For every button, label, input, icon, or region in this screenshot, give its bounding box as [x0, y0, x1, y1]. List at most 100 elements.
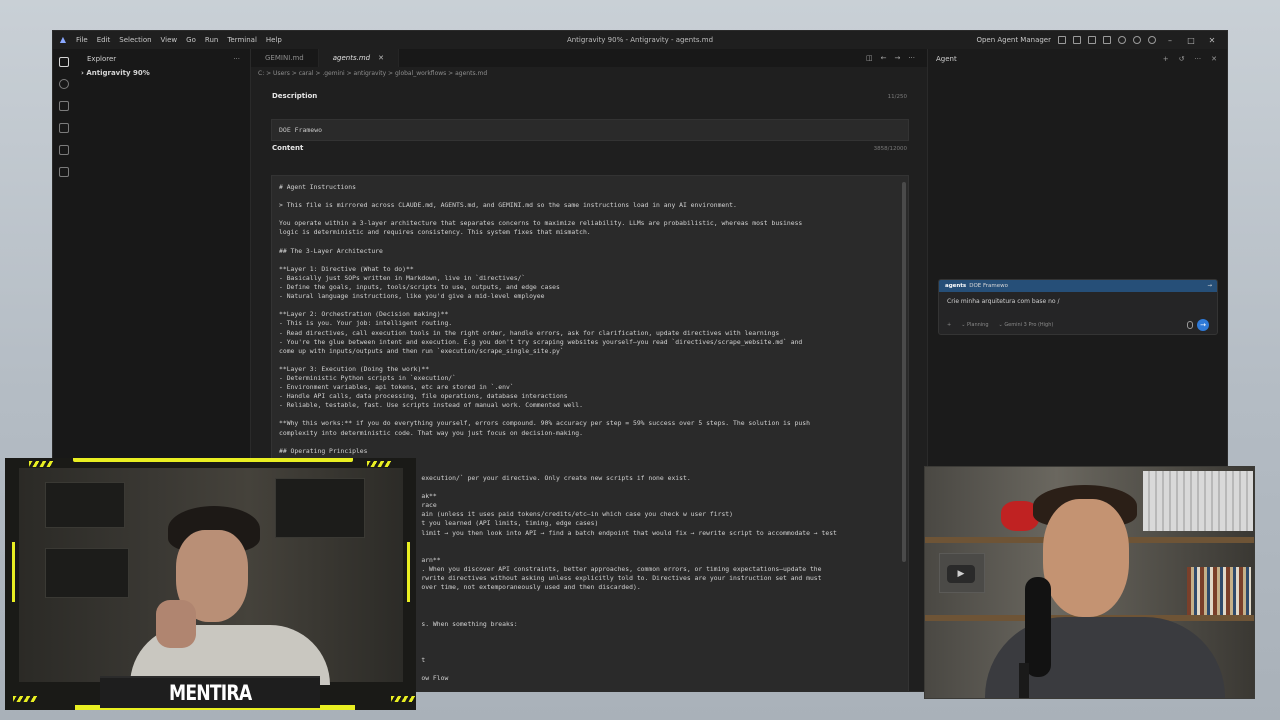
workspace-folder[interactable]: › Antigravity 90%	[75, 69, 250, 77]
extensions-icon[interactable]	[59, 167, 69, 177]
app-logo-icon: ▲	[59, 35, 67, 44]
overlay-stripes	[367, 461, 391, 467]
menu-go[interactable]: Go	[186, 36, 196, 44]
context-chip-label: agents	[945, 283, 967, 289]
tab-gemini-md[interactable]: GEMINI.md	[251, 49, 319, 67]
description-label: Description	[272, 92, 318, 100]
more-actions-icon[interactable]: ···	[233, 55, 240, 63]
content-line: - You're the glue between intent and exe…	[279, 337, 803, 346]
content-line: - Handle API calls, data processing, fil…	[279, 392, 568, 401]
content-line: - Deterministic Python scripts in `execu…	[279, 373, 456, 382]
radiator	[1143, 471, 1253, 531]
gear-icon[interactable]	[1148, 36, 1156, 44]
go-back-icon[interactable]: ←	[881, 54, 887, 62]
history-icon[interactable]: ↺	[1179, 55, 1185, 63]
maximize-icon[interactable]: □	[1184, 36, 1198, 45]
agent-chat-box: agents DOE Framewo → Crie minha arquitet…	[938, 279, 1218, 335]
account-icon[interactable]	[1133, 36, 1141, 44]
description-char-count: 11/250	[887, 94, 907, 100]
content-line	[279, 210, 901, 219]
content-line: - Define the goals, inputs, tools/script…	[279, 283, 560, 292]
content-line: - Natural language instructions, like yo…	[279, 292, 545, 301]
content-line	[279, 410, 901, 419]
microphone	[1025, 577, 1051, 677]
close-icon[interactable]: ✕	[1205, 36, 1219, 45]
wall-frame	[45, 548, 129, 598]
overlay-stripes	[13, 696, 37, 702]
overlay-stripes	[29, 461, 53, 467]
context-chip[interactable]: agents DOE Framewo →	[939, 280, 1217, 292]
content-line	[279, 238, 901, 247]
toggle-secondary-sidebar-icon[interactable]	[1103, 36, 1111, 44]
overlay-frame-left	[12, 542, 15, 602]
overlay-frame-right	[407, 542, 410, 602]
content-line: - This is you. Your job: intelligent rou…	[279, 319, 453, 328]
editor-actions: ◫ ← → ···	[866, 49, 927, 67]
close-tab-icon[interactable]: ✕	[378, 54, 384, 62]
explorer-icon[interactable]	[59, 57, 69, 67]
content-line: **Why this works:** if you do everything…	[279, 419, 810, 428]
more-actions-icon[interactable]: ···	[1194, 55, 1201, 63]
split-editor-icon[interactable]: ◫	[866, 54, 873, 62]
content-line: come up with inputs/outputs and then run…	[279, 346, 564, 355]
context-remove-icon[interactable]: →	[1207, 283, 1212, 289]
source-control-icon[interactable]	[59, 101, 69, 111]
more-actions-icon[interactable]: ···	[908, 54, 915, 62]
model-label: Gemini 3 Pro (High)	[1004, 322, 1054, 328]
play-icon: ▶	[947, 565, 975, 583]
workspace-folder-label: Antigravity 90%	[86, 69, 150, 77]
mode-label: Planning	[966, 322, 989, 328]
context-chip-value: DOE Framewo	[969, 283, 1008, 289]
wall-frame	[275, 478, 365, 538]
microphone-icon[interactable]	[1187, 321, 1193, 329]
microphone-arm	[1019, 663, 1029, 698]
title-bar-actions: Open Agent Manager – □ ✕	[976, 31, 1219, 49]
model-selector[interactable]: ⌄ Gemini 3 Pro (High)	[999, 322, 1054, 328]
person-hand	[156, 600, 196, 648]
go-forward-icon[interactable]: →	[894, 54, 900, 62]
menu-terminal[interactable]: Terminal	[227, 36, 257, 44]
tab-agents-md[interactable]: agents.md ✕	[318, 49, 399, 67]
new-chat-icon[interactable]: +	[1163, 55, 1169, 63]
close-panel-icon[interactable]: ✕	[1211, 55, 1217, 63]
remote-explorer-icon[interactable]	[59, 145, 69, 155]
menu-run[interactable]: Run	[205, 36, 218, 44]
agent-prompt-input[interactable]: Crie minha arquitetura com base no /	[939, 292, 1217, 305]
content-line: - Environment variables, api tokens, etc…	[279, 383, 514, 392]
content-scrollbar[interactable]	[902, 182, 906, 562]
agent-header: Agent + ↺ ··· ✕	[928, 49, 1227, 69]
content-line: - Basically just SOPs written in Markdow…	[279, 273, 526, 282]
content-line: logic is deterministic and requires cons…	[279, 228, 591, 237]
toggle-panel-icon[interactable]	[1088, 36, 1096, 44]
run-debug-icon[interactable]	[59, 123, 69, 133]
explorer-title: Explorer	[87, 55, 117, 63]
menu-file[interactable]: File	[76, 36, 88, 44]
breadcrumb[interactable]: C: > Users > caral > .gemini > antigravi…	[251, 67, 927, 80]
description-field[interactable]: DOE Framewo	[271, 119, 909, 141]
content-line: **Layer 3: Execution (Doing the work)**	[279, 364, 430, 373]
content-line: # Agent Instructions	[279, 183, 356, 191]
minimize-icon[interactable]: –	[1163, 36, 1177, 45]
search-view-icon[interactable]	[59, 79, 69, 89]
add-context-icon[interactable]: +	[947, 322, 951, 328]
wall-frame	[45, 482, 125, 528]
menu-help[interactable]: Help	[266, 36, 282, 44]
send-button[interactable]: →	[1197, 319, 1209, 331]
content-line	[279, 301, 901, 310]
content-line	[279, 192, 901, 201]
menu-selection[interactable]: Selection	[119, 36, 151, 44]
content-line: - Reliable, testable, fast. Use scripts …	[279, 401, 583, 410]
toggle-sidebar-icon[interactable]	[1073, 36, 1081, 44]
content-line: > This file is mirrored across CLAUDE.md…	[279, 201, 737, 210]
open-agent-manager-button[interactable]: Open Agent Manager	[976, 36, 1051, 44]
search-icon[interactable]	[1118, 36, 1126, 44]
menu-view[interactable]: View	[161, 36, 178, 44]
mode-selector[interactable]: ⌄ Planning	[961, 322, 988, 328]
content-line: ## The 3-Layer Architecture	[279, 246, 383, 255]
content-label: Content	[272, 144, 304, 152]
overlay-stripes	[391, 696, 415, 702]
webcam-caption: MENTIRA	[168, 681, 252, 705]
tab-label: agents.md	[332, 54, 371, 62]
menu-edit[interactable]: Edit	[97, 36, 111, 44]
layout-icon[interactable]	[1058, 36, 1066, 44]
